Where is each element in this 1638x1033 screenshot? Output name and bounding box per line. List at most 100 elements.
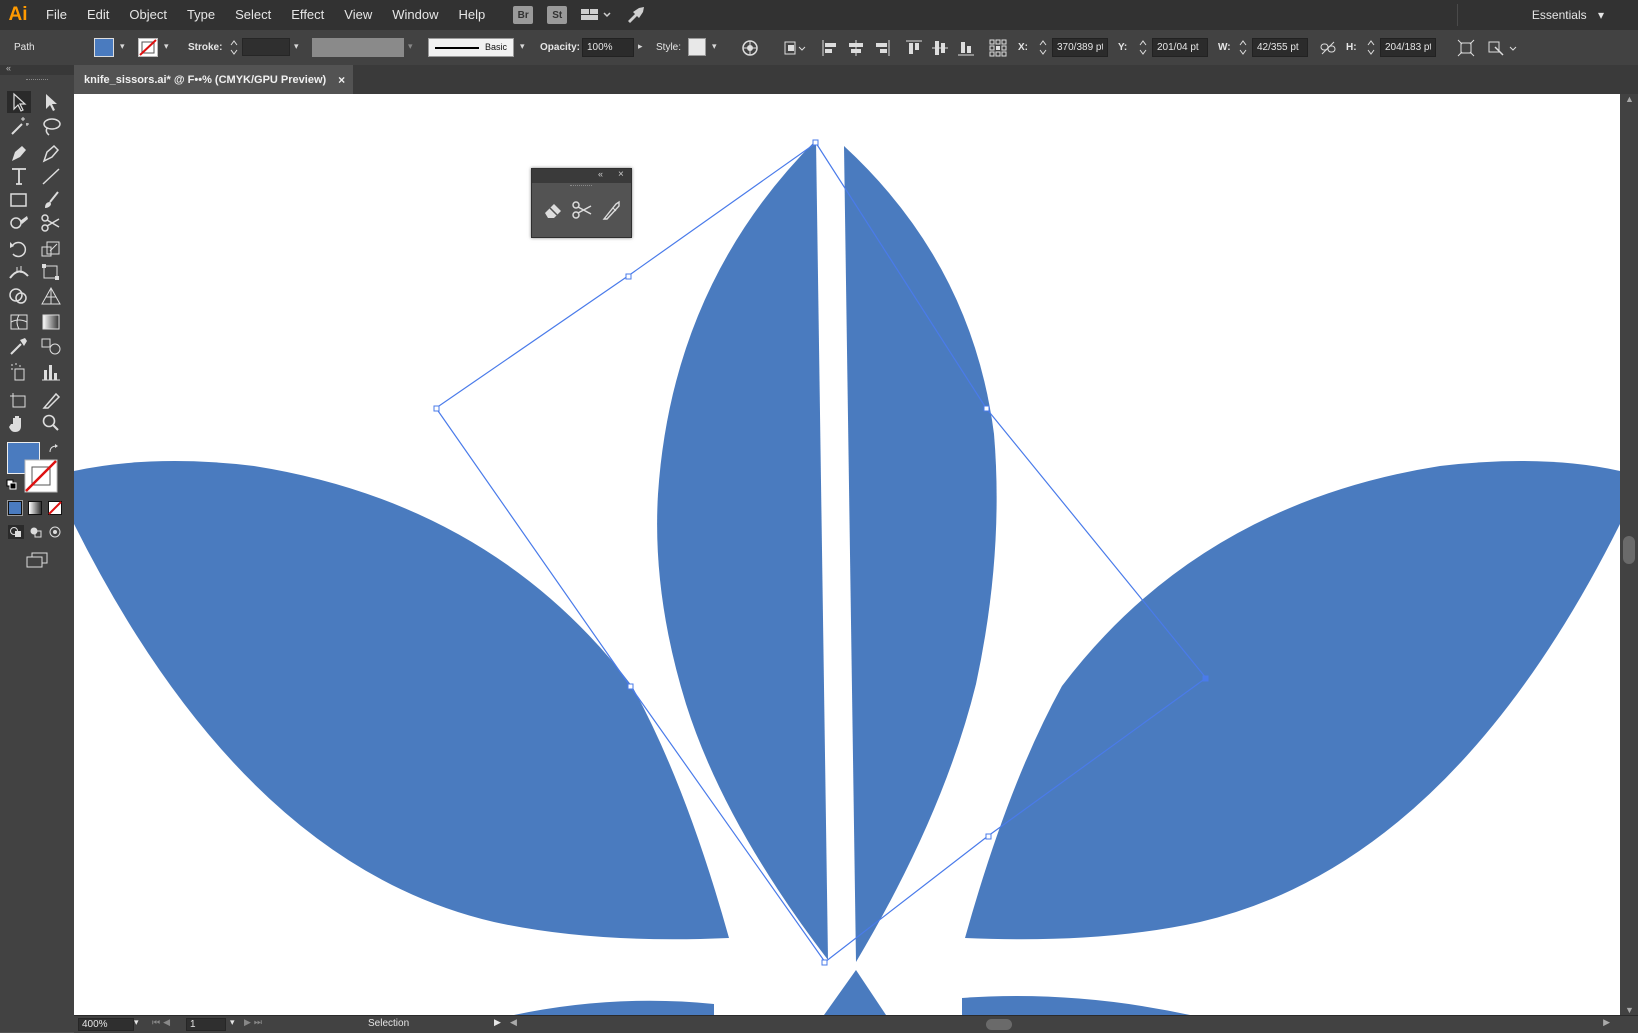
- collapse-icon[interactable]: «: [6, 63, 11, 73]
- menu-type[interactable]: Type: [177, 0, 225, 30]
- swap-fill-stroke-icon[interactable]: [48, 443, 60, 455]
- menu-view[interactable]: View: [334, 0, 382, 30]
- toolbar-header[interactable]: «: [0, 63, 74, 75]
- type-tool[interactable]: [7, 165, 31, 187]
- vertical-scroll-thumb[interactable]: [1623, 536, 1635, 564]
- draw-normal-icon[interactable]: [8, 525, 24, 539]
- horizontal-scroll-thumb[interactable]: [986, 1019, 1012, 1030]
- menu-window[interactable]: Window: [382, 0, 448, 30]
- zoom-field[interactable]: 400%: [78, 1018, 134, 1031]
- bottom-left-petal-shape[interactable]: [514, 1000, 714, 1015]
- stroke-weight-stepper[interactable]: [229, 38, 239, 57]
- status-menu-icon[interactable]: ▶: [494, 1017, 501, 1028]
- shape-builder-tool[interactable]: [7, 285, 31, 307]
- free-transform-tool[interactable]: [39, 261, 63, 283]
- menu-select[interactable]: Select: [225, 0, 281, 30]
- chevron-down-icon[interactable]: ▾: [134, 1017, 139, 1028]
- draw-inside-icon[interactable]: [48, 525, 64, 539]
- scissors-icon[interactable]: [571, 199, 593, 221]
- chevron-down-icon[interactable]: ▾: [164, 42, 172, 51]
- align-right-icon[interactable]: [872, 38, 892, 58]
- x-stepper[interactable]: [1038, 38, 1048, 57]
- bridge-button[interactable]: Br: [513, 6, 534, 24]
- perspective-grid-tool[interactable]: [39, 285, 63, 307]
- chevron-down-icon[interactable]: ▾: [712, 42, 720, 51]
- direct-selection-tool[interactable]: [39, 91, 63, 113]
- panel-options-icon[interactable]: [1486, 38, 1520, 58]
- artboard-tool[interactable]: [7, 389, 31, 411]
- lasso-tool[interactable]: [39, 115, 63, 137]
- bottom-center-petal-shape[interactable]: [824, 970, 886, 1015]
- mesh-tool[interactable]: [7, 311, 31, 333]
- blend-tool[interactable]: [39, 335, 63, 357]
- align-to-selection-icon[interactable]: [782, 38, 808, 58]
- scale-tool[interactable]: [39, 238, 63, 260]
- document-tab[interactable]: knife_sissors.ai* @ F••% (CMYK/GPU Previ…: [74, 65, 354, 94]
- stroke-color-box[interactable]: [24, 459, 58, 493]
- y-stepper[interactable]: [1138, 38, 1148, 57]
- magic-wand-tool[interactable]: [7, 115, 31, 137]
- vertical-scrollbar[interactable]: ▲ ▼: [1620, 94, 1638, 1015]
- h-stepper[interactable]: [1366, 38, 1376, 57]
- rotate-tool[interactable]: [7, 238, 31, 260]
- chevron-down-icon[interactable]: ▾: [520, 42, 528, 51]
- scroll-up-icon[interactable]: ▲: [1625, 94, 1634, 104]
- transform-reference-point-icon[interactable]: [988, 38, 1008, 58]
- artboard-next-icons[interactable]: ▶⏭: [244, 1017, 265, 1028]
- artboard-canvas[interactable]: [74, 94, 1620, 1015]
- default-fill-stroke-icon[interactable]: [6, 479, 18, 491]
- variable-width-profile[interactable]: [312, 38, 404, 57]
- pen-tool[interactable]: [7, 142, 31, 164]
- brush-definition[interactable]: Basic: [428, 38, 514, 57]
- hand-tool[interactable]: [7, 412, 31, 434]
- none-mode-button[interactable]: [48, 501, 62, 515]
- toolbar-grip[interactable]: [26, 79, 48, 82]
- eraser-icon[interactable]: [542, 199, 564, 221]
- align-horizontal-center-icon[interactable]: [846, 38, 866, 58]
- scissors-tool[interactable]: [39, 212, 63, 234]
- close-icon[interactable]: ×: [618, 169, 624, 180]
- column-graph-tool[interactable]: [39, 361, 63, 383]
- chevron-right-icon[interactable]: ▸: [638, 42, 646, 51]
- menu-file[interactable]: File: [36, 0, 77, 30]
- align-vertical-center-icon[interactable]: [930, 38, 950, 58]
- scroll-down-icon[interactable]: ▼: [1625, 1005, 1634, 1015]
- graphic-style-swatch[interactable]: [688, 38, 706, 56]
- rectangle-tool[interactable]: [7, 189, 31, 211]
- transform-icon[interactable]: [1456, 38, 1476, 58]
- center-right-petal-half[interactable]: [844, 146, 997, 962]
- align-bottom-icon[interactable]: [956, 38, 976, 58]
- zoom-tool[interactable]: [39, 412, 63, 434]
- menu-effect[interactable]: Effect: [281, 0, 334, 30]
- gpu-performance-icon[interactable]: [625, 5, 647, 25]
- selection-tool[interactable]: [7, 91, 31, 113]
- horizontal-scrollbar[interactable]: ◀ ▶: [510, 1017, 1610, 1031]
- recolor-artwork-icon[interactable]: [740, 38, 760, 58]
- paintbrush-tool[interactable]: [39, 189, 63, 211]
- artboard-prev-icons[interactable]: ⏮◀: [152, 1017, 173, 1028]
- align-left-icon[interactable]: [820, 38, 840, 58]
- y-input[interactable]: [1152, 38, 1208, 57]
- curvature-tool[interactable]: [39, 142, 63, 164]
- collapse-icon[interactable]: «: [598, 169, 603, 179]
- stroke-weight-field[interactable]: [242, 38, 290, 56]
- flyout-grip[interactable]: [570, 185, 592, 187]
- w-input[interactable]: [1252, 38, 1308, 57]
- scroll-left-icon[interactable]: ◀: [510, 1017, 517, 1028]
- eyedropper-tool[interactable]: [7, 335, 31, 357]
- fill-swatch[interactable]: [94, 38, 114, 57]
- width-tool[interactable]: [7, 261, 31, 283]
- slice-tool[interactable]: [39, 389, 63, 411]
- menu-edit[interactable]: Edit: [77, 0, 119, 30]
- scroll-right-icon[interactable]: ▶: [1603, 1017, 1610, 1028]
- chevron-down-icon[interactable]: ▾: [120, 42, 128, 51]
- chevron-down-icon[interactable]: ▾: [294, 42, 302, 51]
- draw-behind-icon[interactable]: [28, 525, 44, 539]
- w-stepper[interactable]: [1238, 38, 1248, 57]
- flyout-header[interactable]: « ×: [532, 169, 631, 183]
- shaper-tool[interactable]: [7, 212, 31, 234]
- opacity-input[interactable]: [582, 38, 634, 57]
- stock-button[interactable]: St: [547, 6, 568, 24]
- bottom-right-petal-shape[interactable]: [962, 996, 1190, 1015]
- artboard-number-field[interactable]: 1: [186, 1018, 226, 1031]
